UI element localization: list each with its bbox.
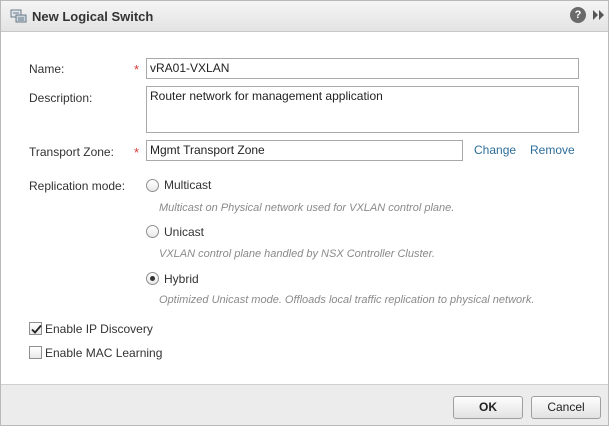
enable-mac-learning-label[interactable]: Enable MAC Learning [45,346,162,360]
name-label: Name: [29,62,65,76]
remove-transport-zone-link[interactable]: Remove [530,143,575,157]
replication-mode-label: Replication mode: [29,179,126,193]
hybrid-option-label[interactable]: Hybrid [164,272,199,286]
enable-ip-discovery-checkbox[interactable] [29,322,42,335]
name-required-mark: * [134,62,140,77]
unicast-radio[interactable] [146,225,159,238]
help-icon[interactable]: ? [570,7,586,23]
unicast-option-label[interactable]: Unicast [164,225,204,239]
description-textarea[interactable]: Router network for management applicatio… [146,86,579,133]
logical-switch-icon [10,8,28,24]
checkmark-icon [31,324,42,334]
multicast-radio[interactable] [146,179,159,192]
transport-zone-field[interactable]: Mgmt Transport Zone [146,140,463,161]
new-logical-switch-dialog: New Logical Switch ? Name: * vRA01-VXLAN… [0,0,609,426]
title-bar[interactable]: New Logical Switch ? [1,1,608,32]
enable-ip-discovery-label[interactable]: Enable IP Discovery [45,322,153,336]
name-input[interactable]: vRA01-VXLAN [146,58,579,79]
multicast-hint: Multicast on Physical network used for V… [159,202,455,214]
radio-selected-dot [150,276,155,281]
hybrid-radio[interactable] [146,272,159,285]
description-label: Description: [29,91,93,105]
ok-button[interactable]: OK [453,396,523,419]
multicast-option-label[interactable]: Multicast [164,178,211,192]
dialog-footer: OK Cancel [1,384,608,425]
expand-icon[interactable] [592,8,606,22]
change-transport-zone-link[interactable]: Change [474,143,516,157]
dialog-title: New Logical Switch [32,9,154,24]
transport-zone-required-mark: * [134,145,140,160]
unicast-hint: VXLAN control plane handled by NSX Contr… [159,248,435,260]
hybrid-hint: Optimized Unicast mode. Offloads local t… [159,294,535,306]
transport-zone-label: Transport Zone: [29,145,114,159]
cancel-button[interactable]: Cancel [531,396,601,419]
enable-mac-learning-checkbox[interactable] [29,346,42,359]
